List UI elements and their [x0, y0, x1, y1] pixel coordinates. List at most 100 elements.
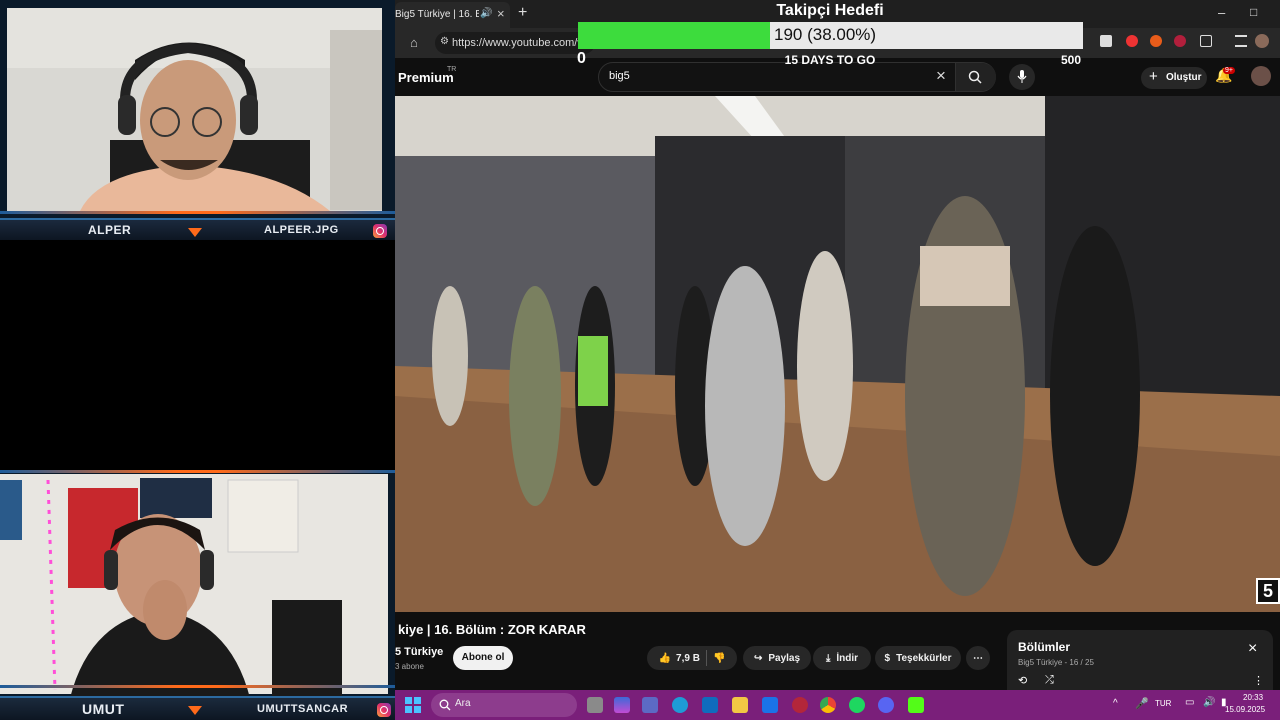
dislike-button[interactable]: 👎 [713, 653, 725, 664]
webcam-bottom-label-bar: UMUT UMUTTSANCAR [0, 696, 395, 720]
subscriber-count: 3 abone [395, 662, 424, 671]
share-icon: ↪ [753, 652, 763, 664]
language-indicator[interactable]: TUR [1155, 699, 1171, 708]
discord-icon[interactable] [878, 697, 894, 713]
subscribe-button[interactable]: Abone ol [453, 646, 513, 670]
share-button[interactable]: ↪ Paylaş [743, 646, 811, 670]
instagram-icon [373, 224, 387, 238]
close-tab-icon[interactable]: × [497, 6, 505, 21]
webcam-top-name: ALPER [88, 223, 132, 237]
download-label: İndir [836, 652, 859, 664]
webcam-top-feed [0, 0, 395, 218]
webcam-top: ALPER ALPEER.JPG [0, 0, 395, 240]
speaker-icon[interactable]: 🔊 [480, 8, 492, 19]
mic-tray-icon[interactable]: 🎤 [1135, 697, 1149, 710]
youtube-logo[interactable]: Premium [398, 70, 454, 85]
episodes-subtitle: Big5 Türkiye - 16 / 25 [1018, 658, 1094, 667]
webcam-bottom-name: UMUT [82, 701, 125, 717]
triangle-icon [188, 706, 202, 715]
channel-name[interactable]: 5 Türkiye [395, 646, 443, 658]
extension-red-icon[interactable] [1126, 35, 1138, 47]
voice-search-button[interactable] [1009, 64, 1035, 90]
triangle-icon [188, 228, 202, 237]
clock-time[interactable]: 20:33 [1243, 693, 1263, 702]
close-panel-icon[interactable]: × [1248, 640, 1257, 658]
video-player[interactable]: 5 [395, 96, 1280, 612]
download-button[interactable]: ⤓ İndir [813, 646, 871, 670]
create-label: Oluştur [1166, 72, 1202, 83]
new-tab-button[interactable]: + [518, 4, 527, 22]
search-icon [439, 699, 451, 711]
microphone-icon [1017, 70, 1027, 83]
minimize-button[interactable]: – [1218, 5, 1225, 20]
thanks-button[interactable]: $ Teşekkürler [875, 646, 961, 670]
url-text: https://www.youtube.com/watch [452, 37, 582, 49]
spotify-icon[interactable] [849, 697, 865, 713]
goal-days-left: 15 DAYS TO GO [784, 53, 876, 67]
network-icon[interactable]: ▭ [1185, 697, 1194, 708]
kick-icon[interactable] [908, 697, 924, 713]
maximize-button[interactable]: □ [1250, 5, 1257, 19]
volume-icon[interactable]: 🔊 [1203, 697, 1215, 708]
home-icon[interactable]: ⌂ [410, 35, 418, 50]
plus-icon: + [1149, 68, 1158, 85]
create-button[interactable]: + Oluştur [1141, 67, 1207, 89]
taskbar-search[interactable]: Ara [431, 693, 577, 717]
thanks-label: Teşekkürler [896, 652, 952, 664]
webcam-bottom-feed [0, 470, 395, 698]
chevron-up-icon[interactable]: ^ [1113, 698, 1118, 709]
copilot-icon[interactable] [614, 697, 630, 713]
share-label: Paylaş [768, 652, 801, 664]
thumbs-down-icon: 👎 [712, 652, 726, 664]
like-button[interactable]: 👍 7,9 B [659, 653, 700, 664]
shield-icon[interactable] [1100, 35, 1112, 47]
thumbs-up-icon: 👍 [658, 652, 672, 664]
more-actions-button[interactable]: ⋯ [966, 646, 990, 670]
extension-icons [1100, 34, 1269, 51]
video-frame [395, 96, 1280, 612]
search-button[interactable] [955, 63, 996, 91]
clock-date[interactable]: 15.09.2025 [1225, 705, 1265, 714]
goal-progress-text: 190 (38.00%) [774, 25, 877, 44]
instagram-icon [377, 703, 391, 717]
extension-u-icon[interactable] [1174, 35, 1186, 47]
notifications-badge: 9+ [1223, 67, 1235, 74]
video-title: kiye | 16. Bölüm : ZOR KARAR [398, 622, 586, 637]
loop-icon[interactable]: ⟲ [1018, 674, 1027, 687]
region-code: TR [447, 66, 457, 73]
app-red-icon[interactable] [792, 697, 808, 713]
goal-title: Takipçi Hedefi [776, 2, 884, 19]
webcam-bottom-handle: UMUTTSANCAR [257, 703, 349, 715]
task-view-icon[interactable] [587, 697, 603, 713]
clear-search-icon[interactable]: × [936, 66, 946, 86]
webcam-top-handle: ALPEER.JPG [264, 224, 339, 236]
taskbar-search-placeholder: Ara [455, 698, 471, 709]
shuffle-icon[interactable]: ⤮ [1045, 674, 1054, 687]
account-avatar[interactable] [1251, 66, 1271, 86]
puzzle-icon[interactable] [1200, 35, 1212, 47]
webcam-top-label-bar: ALPER ALPEER.JPG [0, 218, 395, 240]
profile-avatar[interactable] [1255, 34, 1269, 48]
like-dislike-group: 👍 7,9 B 👎 [647, 646, 737, 670]
search-icon [968, 70, 982, 84]
outlook-icon[interactable] [702, 697, 718, 713]
chrome-icon[interactable] [820, 697, 836, 713]
edge-icon[interactable] [672, 697, 688, 713]
panel-more-icon[interactable]: ⋮ [1253, 674, 1264, 687]
site-settings-icon[interactable]: ⚙ [440, 36, 449, 47]
browser-tab[interactable]: Big5 Türkiye | 16. Bölüm 🔊 × [395, 2, 510, 28]
teams-icon[interactable] [642, 697, 658, 713]
webcam-bottom: UMUT UMUTTSANCAR [0, 470, 395, 720]
file-explorer-icon[interactable] [732, 697, 748, 713]
store-icon[interactable] [762, 697, 778, 713]
extension-orange-icon[interactable] [1150, 35, 1162, 47]
menu-icon[interactable] [1235, 35, 1247, 47]
browser-tab-title: Big5 Türkiye | 16. Bölüm [395, 9, 479, 20]
goal-progress-bar: 190 (38.00%) [578, 22, 1083, 49]
divider [705, 650, 707, 666]
like-count: 7,9 B [676, 652, 700, 664]
windows-start-icon[interactable] [405, 697, 421, 713]
search-input[interactable]: big5 [609, 70, 630, 82]
goal-progress-fill [578, 22, 770, 49]
episodes-title: Bölümler [1018, 640, 1071, 654]
